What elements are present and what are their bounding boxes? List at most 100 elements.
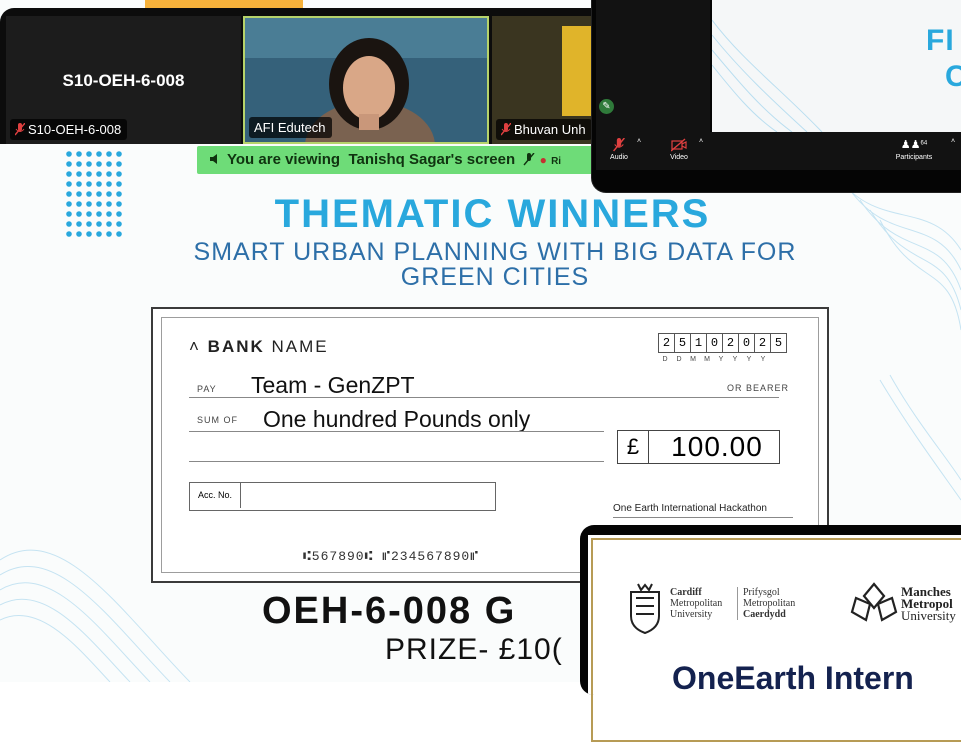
dot-grid-decoration [66, 151, 122, 237]
cheque-date: 2 5 1 0 2 0 2 5 [658, 333, 787, 353]
manchester-met-logo-icon [850, 582, 898, 622]
university-name: Metropolitan [670, 598, 723, 609]
signatory: One Earth International Hackathon [613, 503, 767, 514]
amount-box: £ 100.00 [617, 430, 780, 464]
participant-display-name: S10-OEH-6-008 [62, 71, 185, 90]
banner-tail: Ri [551, 156, 562, 167]
participants-label: Participants [895, 154, 933, 161]
participants-icon: ♟♟ [900, 139, 921, 151]
mic-muted-icon [523, 152, 536, 166]
pay-line [189, 397, 779, 398]
date-digit: 2 [722, 333, 739, 353]
date-format-char: Y [718, 356, 724, 363]
chevron-up-icon: ˄ [698, 138, 704, 145]
speaker-icon [210, 154, 217, 164]
university-name-welsh: Metropolitan [743, 598, 796, 609]
participant-tile-active-speaker[interactable]: AFI Edutech [243, 16, 489, 144]
currency-symbol: £ [618, 431, 649, 463]
highlight-tab [145, 0, 303, 8]
date-format-char: Y [732, 356, 738, 363]
participant-name-tag: S10-OEH-6-008 [10, 119, 128, 140]
micr-line: ⑆567890⑆ ⑈234567890⑈ [303, 549, 480, 564]
wave-decoration [712, 19, 823, 132]
participant-name-tag: Bhuvan Unh [496, 119, 592, 140]
account-number-label: Acc. No. [190, 483, 241, 508]
participants-options-caret[interactable]: ˄ [948, 138, 958, 145]
recording-dot: ● [539, 153, 547, 167]
date-digit: 2 [754, 333, 771, 353]
bank-name: ˄ BANK NAME [189, 337, 329, 357]
participants-count: 64 [920, 140, 928, 147]
participant-tile[interactable]: S10-OEH-6-008 S10-OEH-6-008 [6, 16, 241, 144]
preview-title: FI [926, 24, 955, 57]
sum-label: SUM OF [197, 415, 238, 425]
date-digit: 5 [674, 333, 691, 353]
screen-share-banner[interactable]: You are viewing Tanishq Sagar's screen ●… [197, 146, 617, 174]
cardiff-crest-icon [630, 583, 660, 634]
mic-muted-icon [15, 123, 25, 136]
date-digit: 0 [706, 333, 723, 353]
participant-name: S10-OEH-6-008 [28, 122, 122, 137]
subtitle-line: GREEN CITIES [400, 263, 590, 291]
sum-line [189, 461, 604, 462]
chevron-up-icon: ˄ [636, 138, 642, 145]
participants-icon-row: ♟♟64 [892, 138, 936, 154]
university-name-welsh: Caerdydd [743, 609, 786, 620]
mic-muted-icon [613, 138, 625, 152]
bank-name-rest: NAME [271, 337, 329, 356]
preview-title: C [945, 60, 961, 93]
overlay-video-tile [596, 0, 710, 132]
account-number-box: Acc. No. [189, 482, 496, 511]
slide-subtitle: SMART URBAN PLANNING WITH BIG DATA FOR G… [120, 240, 870, 290]
audio-button[interactable]: Audio [606, 138, 632, 161]
amount-figure: 100.00 [671, 431, 763, 462]
video-options-caret[interactable]: ˄ [696, 138, 706, 145]
university-name: University [901, 608, 956, 623]
date-format: D D M M Y Y Y Y [658, 356, 788, 363]
date-format-char: M [690, 356, 696, 363]
certificate-border [591, 538, 961, 742]
subtitle-line: SMART URBAN PLANNING WITH BIG DATA FOR [193, 238, 797, 266]
caret-up-icon: ˄ [189, 337, 201, 356]
meeting-toolbar: Audio ˄ Video ˄ ♟♟64 Participants ˄ [596, 132, 961, 170]
overlay-screen-preview: FI C [712, 0, 961, 132]
date-digit: 5 [770, 333, 787, 353]
audio-label: Audio [610, 154, 628, 161]
participants-button[interactable]: ♟♟64 Participants [892, 138, 936, 161]
payee-name: Team - GenZPT [251, 372, 415, 398]
date-digit: 0 [738, 333, 755, 353]
banner-sharer: Tanishq Sagar's screen [348, 151, 516, 168]
date-format-char: M [704, 356, 710, 363]
chevron-up-icon: ˄ [950, 138, 956, 145]
date-format-char: Y [746, 356, 752, 363]
date-format-char: D [676, 356, 682, 363]
video-label: Video [670, 154, 688, 161]
university-name: University [670, 609, 713, 620]
participant-name: Bhuvan Unh [514, 122, 586, 137]
prize-amount: PRIZE- £10( [385, 633, 563, 666]
date-format-char: Y [760, 356, 766, 363]
university-name-welsh: Prifysgol [743, 587, 780, 598]
participant-name-tag: AFI Edutech [249, 117, 332, 138]
video-strip: S10-OEH-6-008 S10-OEH-6-008 AFI Edutech … [0, 8, 640, 144]
cardiff-met-logo: Cardiff Metropolitan University [670, 587, 722, 620]
university-name: Cardiff [670, 587, 702, 598]
pay-label: PAY [197, 384, 217, 394]
date-digit: 1 [690, 333, 707, 353]
mic-muted-icon [501, 123, 511, 136]
team-code: OEH-6-008 G [262, 590, 517, 632]
audio-options-caret[interactable]: ˄ [634, 138, 644, 145]
bank-name-bold: BANK [207, 337, 265, 356]
date-digit: 2 [658, 333, 675, 353]
amount-in-words: One hundred Pounds only [263, 406, 531, 432]
cardiff-met-welsh-name: Prifysgol Metropolitan Caerdydd [737, 587, 795, 620]
date-format-char: D [662, 356, 668, 363]
slide-title: THEMATIC WINNERS [274, 192, 711, 236]
signature-line [613, 517, 793, 518]
sum-line [189, 431, 604, 432]
manchester-met-logo: Manches Metropol University [901, 585, 956, 623]
video-button[interactable]: Video [666, 138, 692, 161]
certificate-title: OneEarth Intern [672, 660, 914, 696]
pencil-icon[interactable]: ✎ [599, 99, 614, 114]
banner-prefix: You are viewing [227, 151, 341, 168]
